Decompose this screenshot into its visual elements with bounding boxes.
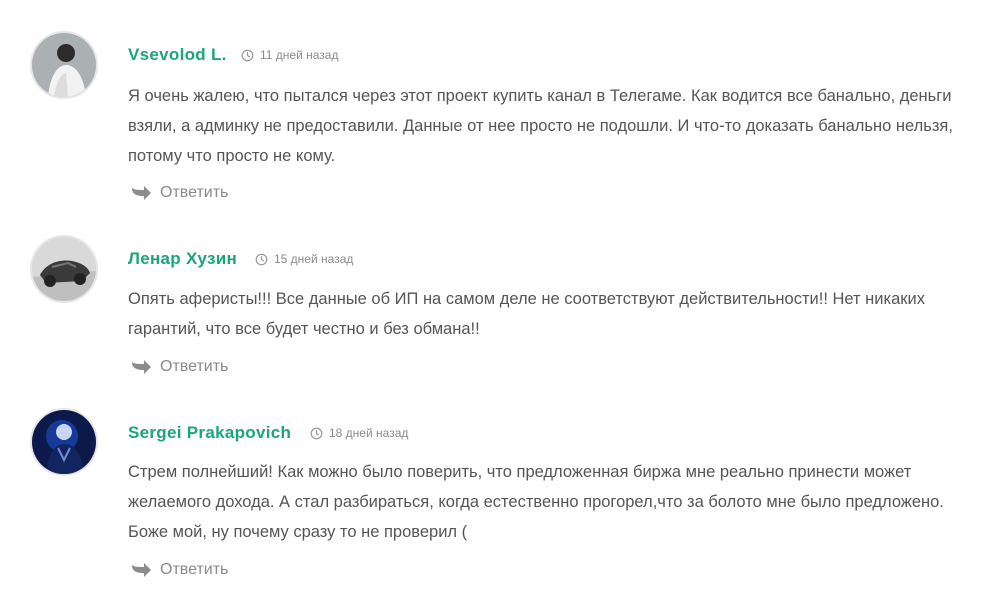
comment-time: 15 дней назад (255, 252, 353, 266)
comment-author[interactable]: Ленар Хузин (128, 249, 237, 269)
reply-arrow-icon (132, 563, 151, 577)
clock-icon (241, 49, 254, 61)
avatar[interactable] (32, 33, 96, 97)
reply-arrow-icon (132, 186, 151, 200)
comment-author[interactable]: Sergei Prakapovich (128, 423, 291, 443)
comment-text: Стрем полнейший! Как можно было поверить… (128, 463, 944, 541)
reply-button[interactable]: Ответить (130, 358, 228, 376)
reply-label: Ответить (160, 184, 229, 201)
reply-button[interactable]: Ответить (130, 561, 228, 579)
reply-arrow-icon (132, 360, 151, 374)
reply-button[interactable]: Ответить (130, 184, 228, 202)
reply-label: Ответить (160, 561, 229, 578)
avatar[interactable] (32, 410, 96, 474)
comment-time-text: 11 дней назад (260, 48, 339, 62)
clock-icon (255, 253, 268, 265)
comment-author[interactable]: Vsevolod L. (128, 45, 227, 65)
comment-time-text: 15 дней назад (274, 252, 354, 266)
clock-icon (310, 427, 323, 439)
comment-text: Опять аферисты!!! Все данные об ИП на са… (128, 290, 925, 338)
avatar[interactable] (32, 237, 96, 301)
reply-label: Ответить (160, 358, 229, 375)
comment-time-text: 18 дней назад (329, 426, 409, 440)
comment-text: Я очень жалею, что пытался через этот пр… (128, 87, 953, 165)
comment-time: 11 дней назад (241, 48, 338, 62)
comment-time: 18 дней назад (310, 426, 408, 440)
